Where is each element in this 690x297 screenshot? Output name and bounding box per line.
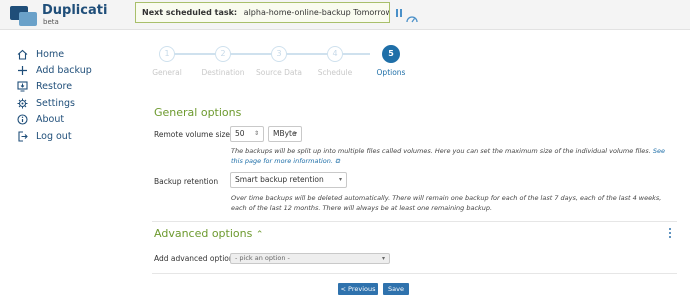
section-divider [152, 273, 677, 274]
retention-value: Smart backup retention [235, 175, 324, 184]
sidebar-item-add-backup[interactable]: Add backup [16, 62, 126, 78]
general-options-title: General options [154, 106, 242, 119]
sidebar-item-label: Add backup [36, 65, 92, 77]
save-button[interactable]: Save [383, 283, 409, 295]
duplicati-logo-icon[interactable] [6, 4, 40, 26]
sidebar-nav: Home Add backup Restore Settings About L… [16, 46, 126, 144]
wizard-stepper: 1 2 3 4 5 General Destination Source Dat… [152, 45, 405, 82]
advanced-options-label: Advanced options [154, 227, 253, 240]
chevron-down-icon: ▾ [338, 176, 342, 183]
external-link-icon[interactable]: ⧉ [335, 157, 340, 165]
info-icon [16, 114, 28, 126]
restore-icon [16, 81, 28, 93]
advanced-option-select[interactable]: - pick an option - ▾ [230, 253, 390, 264]
chevron-down-icon: ▾ [293, 130, 297, 137]
chevron-up-icon: ⌃ [255, 230, 264, 240]
sidebar-item-log-out[interactable]: Log out [16, 128, 126, 144]
volume-help-body: The backups will be split up into multip… [231, 147, 651, 155]
step-label-general[interactable]: General [152, 68, 182, 77]
app-title[interactable]: Duplicati [42, 3, 107, 18]
more-options-icon[interactable] [669, 228, 672, 239]
chevron-down-icon: ▾ [381, 255, 385, 262]
sidebar-item-label: Restore [36, 81, 73, 93]
step-general[interactable]: 1 [159, 46, 175, 62]
backup-retention-label: Backup retention [154, 177, 219, 186]
step-label-schedule[interactable]: Schedule [318, 68, 352, 77]
volume-help-text: The backups will be split up into multip… [231, 147, 669, 166]
sidebar-item-settings[interactable]: Settings [16, 95, 126, 111]
pause-icon[interactable] [396, 9, 402, 17]
step-label-destination[interactable]: Destination [201, 68, 244, 77]
logout-icon [16, 130, 28, 142]
step-label-options[interactable]: Options [377, 68, 406, 77]
remote-volume-size-label: Remote volume size [154, 130, 231, 139]
section-divider [152, 221, 677, 222]
advanced-option-placeholder: - pick an option - [235, 254, 290, 262]
stepper-arrows-icon[interactable]: ⇕ [254, 127, 259, 141]
previous-button[interactable]: < Previous [338, 283, 378, 295]
sidebar-item-label: Log out [36, 130, 72, 142]
home-icon [16, 48, 28, 60]
sidebar-item-about[interactable]: About [16, 112, 126, 128]
throttle-icon[interactable] [406, 8, 418, 23]
next-scheduled-task-banner: Next scheduled task: alpha-home-online-b… [135, 2, 390, 23]
schedule-value: alpha-home-online-backup Tomorrow at 12:… [243, 8, 390, 17]
step-options[interactable]: 5 [382, 45, 400, 63]
app-beta-tag: beta [43, 18, 59, 26]
sidebar-item-label: Home [36, 48, 65, 60]
gear-icon [16, 97, 28, 109]
retention-help-text: Over time backups will be deleted automa… [231, 194, 662, 212]
volume-size-input[interactable]: 50 ⇕ [230, 126, 264, 142]
add-advanced-option-label: Add advanced option [154, 254, 234, 263]
step-label-source-data[interactable]: Source Data [256, 68, 302, 77]
advanced-options-title[interactable]: Advanced options ⌃ [154, 227, 263, 240]
sidebar-item-label: Settings [36, 97, 75, 109]
plus-icon [16, 65, 28, 77]
step-destination[interactable]: 2 [215, 46, 231, 62]
sidebar-item-restore[interactable]: Restore [16, 79, 126, 95]
schedule-label: Next scheduled task: [142, 8, 238, 17]
sidebar-item-label: About [36, 114, 65, 126]
sidebar-item-home[interactable]: Home [16, 46, 126, 62]
backup-retention-select[interactable]: Smart backup retention ▾ [230, 172, 347, 188]
volume-unit-select[interactable]: MByte ▾ [268, 126, 302, 142]
step-source-data[interactable]: 3 [271, 46, 287, 62]
top-header: Duplicati beta Next scheduled task: alph… [0, 0, 690, 30]
volume-size-value: 50 [235, 129, 245, 138]
step-schedule[interactable]: 4 [327, 46, 343, 62]
